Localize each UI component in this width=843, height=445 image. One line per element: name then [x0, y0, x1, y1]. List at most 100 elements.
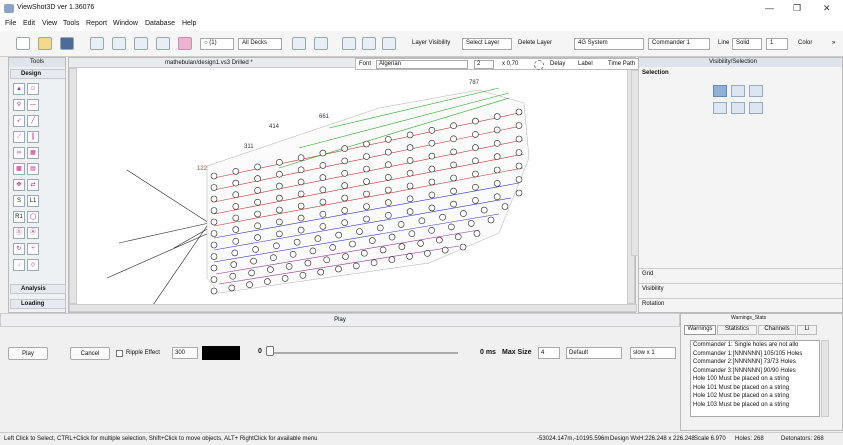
- hole-marker[interactable]: [388, 256, 396, 263]
- list-item[interactable]: Commander 1:[NNNNNN] 105/105 Holes: [691, 350, 819, 359]
- hole-marker[interactable]: [341, 194, 349, 202]
- blast-pattern-drawing[interactable]: 787 414 311 122 661: [79, 68, 627, 304]
- time-slider-thumb[interactable]: [266, 346, 274, 356]
- detonator-tool[interactable]: ⓞ: [13, 227, 25, 239]
- hole-marker[interactable]: [417, 240, 424, 247]
- paste-icon[interactable]: [382, 37, 396, 50]
- hole-marker[interactable]: [210, 241, 218, 249]
- hole-marker[interactable]: [472, 144, 479, 151]
- hole-marker[interactable]: [285, 263, 293, 270]
- hole-marker[interactable]: [246, 281, 253, 288]
- hole-marker[interactable]: [232, 226, 240, 233]
- ripple-value-field[interactable]: 300: [172, 347, 198, 359]
- hole-marker[interactable]: [428, 139, 436, 147]
- hole-marker[interactable]: [232, 203, 240, 210]
- hole-marker[interactable]: [254, 234, 261, 241]
- hole-marker[interactable]: [293, 238, 301, 246]
- delay-checkbox[interactable]: Delay: [550, 61, 565, 67]
- hole-marker[interactable]: [439, 213, 446, 221]
- list-item[interactable]: Hole 103 Must be placed on a string: [691, 401, 819, 410]
- hole-marker[interactable]: [319, 210, 327, 218]
- hole-marker[interactable]: [472, 117, 479, 125]
- time-path-checkbox[interactable]: Time Path: [608, 61, 635, 67]
- hole-marker[interactable]: [363, 203, 370, 210]
- hole-marker[interactable]: [264, 278, 271, 285]
- line-width-dropdown[interactable]: 1: [766, 38, 788, 50]
- hole-marker[interactable]: [428, 204, 436, 212]
- hole-marker[interactable]: [467, 220, 475, 227]
- hole-marker[interactable]: [276, 159, 283, 166]
- hole-marker[interactable]: [384, 148, 392, 156]
- hole-marker[interactable]: [329, 244, 336, 251]
- hole-marker[interactable]: [363, 153, 370, 160]
- design-section[interactable]: Design: [10, 69, 66, 79]
- hole-marker[interactable]: [384, 212, 392, 219]
- hole-marker[interactable]: [210, 287, 218, 295]
- hole-marker[interactable]: [297, 202, 305, 210]
- hole-marker[interactable]: [314, 235, 322, 242]
- hole-marker[interactable]: [319, 174, 327, 181]
- selection-mode-1-icon[interactable]: [713, 85, 727, 97]
- hole-marker[interactable]: [493, 153, 501, 160]
- hole-marker[interactable]: [341, 219, 349, 226]
- list-item[interactable]: Commander 3:[NNNNNN] 90/90 Holes: [691, 367, 819, 376]
- right-panel-scrollbar[interactable]: [631, 70, 639, 256]
- layer-visibility-button[interactable]: Layer Visibility: [412, 40, 450, 46]
- grid-tool[interactable]: ▦: [27, 147, 39, 159]
- hole-marker[interactable]: [228, 284, 236, 292]
- line-tool[interactable]: —: [27, 99, 39, 111]
- hole-marker[interactable]: [270, 254, 277, 261]
- tab-li[interactable]: Li: [797, 325, 817, 335]
- redo-icon[interactable]: [314, 37, 328, 50]
- list-item[interactable]: Commander 1: Single holes are not allo: [691, 341, 819, 350]
- hole-marker[interactable]: [309, 247, 317, 255]
- hole-marker[interactable]: [424, 250, 431, 257]
- tab-statistics[interactable]: Statistics: [717, 325, 757, 335]
- copy-icon[interactable]: [362, 37, 376, 50]
- hole-marker[interactable]: [254, 222, 261, 230]
- hole-marker[interactable]: [232, 214, 240, 222]
- hole-marker[interactable]: [450, 148, 457, 156]
- hole-marker[interactable]: [493, 113, 501, 120]
- hole-marker[interactable]: [319, 186, 327, 194]
- hole-marker[interactable]: [384, 136, 392, 143]
- hole-marker[interactable]: [210, 230, 218, 237]
- color-wheel-icon[interactable]: [178, 37, 192, 50]
- hole-marker[interactable]: [352, 262, 360, 270]
- hole-marker[interactable]: [229, 272, 237, 280]
- hole-marker[interactable]: [515, 108, 523, 116]
- hole-select-dropdown[interactable]: ○ (1): [200, 38, 234, 50]
- time-slider[interactable]: [266, 352, 458, 354]
- hole-marker[interactable]: [501, 203, 509, 210]
- hole-marker[interactable]: [297, 178, 305, 186]
- hole-marker[interactable]: [276, 194, 283, 202]
- hole-marker[interactable]: [428, 227, 435, 234]
- selection-mode-4-icon[interactable]: [713, 102, 727, 114]
- hole-marker[interactable]: [515, 189, 523, 197]
- hole-marker[interactable]: [289, 251, 297, 258]
- hole-marker[interactable]: [341, 170, 349, 177]
- grid-icon[interactable]: [156, 37, 170, 50]
- hole-marker[interactable]: [384, 186, 392, 194]
- hole-marker[interactable]: [368, 237, 376, 244]
- hole-marker[interactable]: [450, 187, 457, 195]
- cut-icon[interactable]: [342, 37, 356, 50]
- hole-marker[interactable]: [363, 190, 370, 198]
- font-size-stepper[interactable]: 2: [474, 60, 494, 69]
- hole-marker[interactable]: [276, 218, 283, 226]
- analysis-section[interactable]: Analysis: [10, 284, 66, 294]
- maximize-button[interactable]: ❐: [793, 3, 801, 14]
- hole-marker[interactable]: [341, 157, 349, 165]
- hole-marker[interactable]: [480, 206, 488, 214]
- hole-marker[interactable]: [299, 272, 307, 279]
- hole-marker[interactable]: [230, 261, 238, 268]
- hole-marker[interactable]: [379, 246, 387, 254]
- hole-marker[interactable]: [384, 161, 392, 168]
- list-item[interactable]: Hole 100 Must be placed on a string: [691, 375, 819, 384]
- r1-tool[interactable]: R1: [13, 211, 25, 223]
- menu-edit[interactable]: Edit: [23, 20, 35, 27]
- horizontal-scrollbar[interactable]: [69, 304, 637, 312]
- hole-marker[interactable]: [454, 233, 462, 241]
- hole-marker[interactable]: [363, 178, 370, 185]
- hole-marker[interactable]: [323, 256, 330, 264]
